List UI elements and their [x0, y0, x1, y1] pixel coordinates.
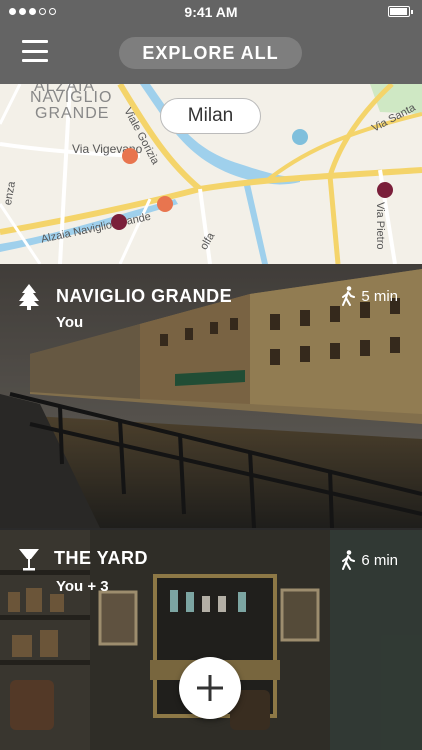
place-name: THE YARD [54, 548, 149, 568]
place-company: You + 3 [56, 578, 109, 595]
status-bar: 9:41 AM [0, 0, 422, 24]
tree-icon [19, 284, 39, 310]
place-card-naviglio-grande[interactable]: NAVIGLIO GRANDE You 5 min [0, 264, 422, 528]
walk-time-label: 6 min [361, 551, 398, 569]
explore-all-button[interactable]: EXPLORE ALL [119, 37, 302, 69]
battery-icon [388, 6, 413, 17]
place-name: NAVIGLIO GRANDE [56, 286, 233, 306]
city-selector[interactable]: Milan [160, 98, 261, 134]
walking-person-icon [342, 286, 356, 306]
map-pin-current-location[interactable] [292, 129, 308, 145]
walk-time: 6 min [341, 550, 398, 570]
map-pin[interactable] [157, 196, 173, 212]
hamburger-menu-icon[interactable] [22, 40, 48, 62]
map-view[interactable]: ALZAIA NAVIGLIO GRANDE Viale Gorizia Via… [0, 84, 422, 264]
map-pin[interactable] [111, 214, 127, 230]
map-label-grande: GRANDE [35, 105, 110, 122]
walk-time-label: 5 min [361, 287, 398, 305]
map-pin[interactable] [377, 182, 393, 198]
status-time: 9:41 AM [184, 4, 238, 20]
plus-icon [197, 675, 223, 701]
walk-time: 5 min [341, 286, 398, 306]
top-bar: 9:41 AM EXPLORE ALL [0, 0, 422, 84]
place-company: You [56, 314, 84, 331]
cocktail-glass-icon [19, 549, 39, 571]
map-pin[interactable] [122, 148, 138, 164]
walking-person-icon [342, 550, 356, 570]
map-label-via-pietro: Via Pietro [374, 202, 386, 250]
add-button[interactable] [179, 657, 241, 719]
